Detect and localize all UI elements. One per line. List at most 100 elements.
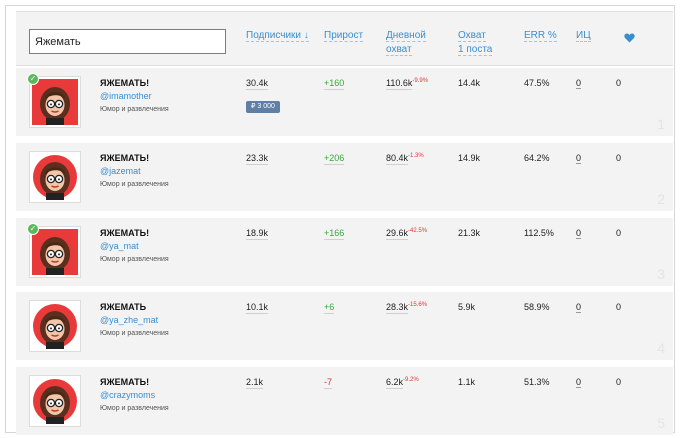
err-cell: 112.5%	[524, 228, 554, 238]
avatar[interactable]: ✓	[27, 73, 81, 128]
table-header: Подписчики ↓ Прирост Дневной охват Охват…	[16, 11, 673, 66]
err-value: 58.9%	[524, 302, 550, 312]
post-reach-value: 14.9k	[458, 153, 481, 163]
rank-number: 3	[657, 266, 665, 282]
channel-category: Юмор и развлечения	[100, 106, 169, 113]
channel-handle[interactable]: @ya_mat	[100, 241, 139, 251]
subscribers-cell: 10.1k	[246, 302, 269, 314]
err-cell: 64.2%	[524, 153, 550, 163]
err-cell: 58.9%	[524, 302, 550, 312]
likes-value: 0	[616, 377, 622, 387]
column-post-reach-label-1: Охват	[458, 30, 486, 42]
search-input[interactable]	[29, 29, 226, 54]
column-daily-reach-label-2: охват	[386, 44, 412, 56]
daily-reach-value: 28.3k	[386, 302, 409, 314]
channel-name: ЯЖЕМАТЬ	[100, 302, 147, 312]
avatar[interactable]: ✓	[27, 223, 81, 278]
channel-category: Юмор и развлечения	[100, 181, 169, 188]
ic-value[interactable]: 0	[576, 302, 582, 313]
daily-reach-cell: 28.3k-15.6%	[386, 302, 428, 314]
ic-value[interactable]: 0	[576, 228, 582, 239]
ic-value[interactable]: 0	[576, 377, 582, 388]
err-value: 64.2%	[524, 153, 550, 163]
channel-category: Юмор и развлечения	[100, 256, 169, 263]
heart-icon[interactable]	[624, 33, 635, 43]
daily-reach-cell: 110.6k-9.9%	[386, 78, 429, 90]
table-row: ЯЖЕМАТЬ! @jazemat Юмор и развлечения 23.…	[16, 143, 673, 211]
rank-number: 4	[657, 340, 665, 356]
growth-cell: +6	[324, 302, 335, 314]
channel-handle[interactable]: @jazemat	[100, 166, 141, 176]
table-row: ✓ ЯЖЕМАТЬ! @imamother Юмор и развлечения…	[16, 68, 673, 136]
channel-table: Подписчики ↓ Прирост Дневной охват Охват…	[5, 5, 675, 435]
daily-change-value: -9.9%	[412, 78, 429, 84]
growth-value: +206	[324, 153, 345, 165]
column-post-reach-label-2: 1 поста	[458, 44, 493, 56]
likes-value: 0	[616, 78, 622, 88]
growth-cell: +160	[324, 78, 345, 90]
subscribers-value: 2.1k	[246, 377, 264, 389]
rank-number: 1	[657, 116, 665, 132]
verified-check-icon: ✓	[27, 223, 39, 235]
channel-handle[interactable]: @imamother	[100, 91, 152, 101]
err-value: 51.3%	[524, 377, 550, 387]
growth-value: +160	[324, 78, 345, 90]
price-badge[interactable]: ₽ 3 000	[246, 101, 280, 113]
post-reach-value: 1.1k	[458, 377, 476, 387]
subscribers-cell: 23.3k	[246, 153, 269, 165]
daily-reach-cell: 6.2k-9.2%	[386, 377, 419, 389]
channel-category: Юмор и развлечения	[100, 330, 169, 337]
avatar-image	[33, 379, 77, 424]
likes-cell: 0	[616, 153, 621, 163]
subscribers-value: 30.4k	[246, 78, 269, 90]
post-reach-value: 14.4k	[458, 78, 481, 88]
table-row: ЯЖЕМАТЬ @ya_zhe_mat Юмор и развлечения 1…	[16, 292, 673, 360]
column-growth-label: Прирост	[324, 30, 364, 42]
err-cell: 51.3%	[524, 377, 550, 387]
column-ic[interactable]: ИЦ	[576, 29, 591, 43]
avatar[interactable]	[29, 300, 81, 352]
err-value: 112.5%	[524, 228, 554, 238]
likes-cell: 0	[616, 302, 621, 312]
avatar[interactable]	[29, 375, 81, 427]
post-reach-cell: 21.3k	[458, 228, 480, 238]
column-err-label: ERR %	[524, 30, 557, 42]
subscribers-cell: 18.9k	[246, 228, 269, 240]
table-row: ✓ ЯЖЕМАТЬ! @ya_mat Юмор и развлечения 18…	[16, 218, 673, 286]
post-reach-cell: 5.9k	[458, 302, 475, 312]
ic-value[interactable]: 0	[576, 78, 582, 89]
subscribers-value: 10.1k	[246, 302, 269, 314]
growth-cell: +166	[324, 228, 345, 240]
column-daily-reach[interactable]: Дневной охват	[386, 29, 426, 57]
growth-cell: +206	[324, 153, 345, 165]
column-ic-label: ИЦ	[576, 30, 591, 42]
subscribers-value: 23.3k	[246, 153, 269, 165]
growth-value: -7	[324, 377, 333, 389]
daily-change-value: -42.5%	[408, 228, 428, 234]
daily-reach-value: 6.2k	[386, 377, 404, 389]
channel-handle[interactable]: @ya_zhe_mat	[100, 315, 158, 325]
channel-name: ЯЖЕМАТЬ!	[100, 228, 150, 238]
avatar-image	[33, 155, 77, 200]
column-subscribers[interactable]: Подписчики ↓	[246, 29, 309, 43]
channel-name: ЯЖЕМАТЬ!	[100, 78, 150, 88]
channel-handle[interactable]: @crazymoms	[100, 390, 155, 400]
ic-cell: 0	[576, 78, 582, 89]
column-daily-reach-label-1: Дневной	[386, 30, 426, 42]
rank-number: 5	[657, 415, 665, 431]
avatar[interactable]	[29, 151, 81, 203]
daily-reach-value: 110.6k	[386, 78, 413, 90]
daily-change-value: -15.6%	[408, 302, 428, 308]
likes-value: 0	[616, 153, 622, 163]
post-reach-cell: 14.9k	[458, 153, 480, 163]
ic-value[interactable]: 0	[576, 153, 582, 164]
column-err[interactable]: ERR %	[524, 29, 557, 43]
post-reach-value: 21.3k	[458, 228, 481, 238]
subscribers-cell: 30.4k	[246, 78, 269, 90]
column-subscribers-label: Подписчики ↓	[246, 30, 309, 42]
post-reach-value: 5.9k	[458, 302, 476, 312]
column-growth[interactable]: Прирост	[324, 29, 364, 43]
column-post-reach[interactable]: Охват 1 поста	[458, 29, 493, 57]
post-reach-cell: 1.1k	[458, 377, 475, 387]
avatar-image	[32, 229, 78, 275]
